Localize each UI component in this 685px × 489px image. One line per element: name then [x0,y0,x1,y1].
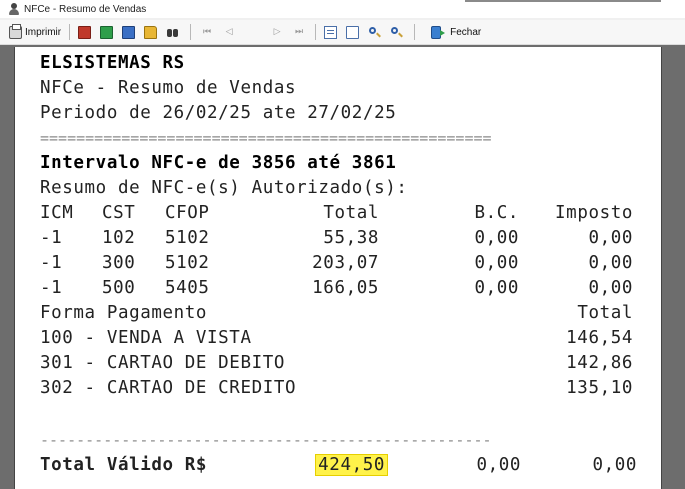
toolbar-separator [190,24,192,40]
report-page: ELSISTEMAS RS NFCe - Resumo de Vendas Pe… [14,47,662,489]
cell-bc: 0,00 [474,278,519,298]
first-page-button[interactable]: ⏮ [196,22,218,42]
print-button[interactable]: Imprimir [6,22,64,42]
cell-imposto: 0,00 [588,253,633,273]
zoom-out-button[interactable] [387,22,409,42]
cell-total: 166,05 [312,278,379,298]
export-pdf-icon [78,25,92,39]
last-page-button[interactable]: ⏭ [288,22,310,42]
toolbar-separator [414,24,416,40]
header-icm: ICM [40,203,74,223]
footer-imposto: 0,00 [592,455,637,475]
nfce-interval: Intervalo NFC-e de 3856 até 3861 [40,153,397,173]
cell-cst: 102 [102,228,136,248]
company-name: ELSISTEMAS RS [40,53,185,73]
authorized-label: Resumo de NFC-e(s) Autorizado(s): [40,178,408,198]
cell-imposto: 0,00 [588,278,633,298]
cell-bc: 0,00 [474,228,519,248]
zoom-out-icon [390,26,403,39]
zoom-in-icon [368,26,381,39]
last-page-icon: ⏭ [295,27,304,37]
payment-label: 302 - CARTAO DE CREDITO [40,378,297,398]
dash-separator-line: ----------------------------------------… [40,431,492,449]
find-button[interactable] [163,22,185,42]
header-cst: CST [102,203,136,223]
page-layout-icon [324,25,338,39]
prev-page-icon: ◁ [225,27,233,37]
footer-label: Total Válido R$ [40,455,208,475]
payment-total: 142,86 [566,353,633,373]
toolbar-separator [69,24,71,40]
printer-icon [9,23,22,39]
footer-total: 424,50 [315,454,388,476]
cell-bc: 0,00 [474,253,519,273]
report-preview-window: NFCe - Resumo de Vendas Imprimir ⏮ ◁ ▷ ⏭… [0,0,685,489]
title-bar-divider [465,0,661,2]
cell-icm: -1 [40,278,63,298]
print-button-label: Imprimir [25,26,62,38]
binoculars-icon [166,26,179,39]
cell-imposto: 0,00 [588,228,633,248]
toolbar: Imprimir ⏮ ◁ ▷ ⏭ Fechar [0,20,685,45]
next-page-button[interactable]: ▷ [266,22,288,42]
separator-line: ========================================… [40,129,492,147]
page-layout-button[interactable] [321,22,343,42]
next-page-icon: ▷ [273,27,281,37]
export-pdf-button[interactable] [75,22,97,42]
title-bar: NFCe - Resumo de Vendas [0,0,685,18]
cell-total: 55,38 [323,228,379,248]
cell-cfop: 5102 [165,253,210,273]
payment-header-total: Total [577,303,633,323]
cell-icm: -1 [40,253,63,273]
cell-icm: -1 [40,228,63,248]
footer-total-highlight: 424,50 [315,454,388,476]
payment-label: 100 - VENDA A VISTA [40,328,252,348]
report-subtitle: NFCe - Resumo de Vendas [40,78,297,98]
header-total: Total [323,203,379,223]
preview-area[interactable]: ELSISTEMAS RS NFCe - Resumo de Vendas Pe… [0,45,685,489]
cell-cst: 500 [102,278,136,298]
payment-header-label: Forma Pagamento [40,303,208,323]
exit-icon [431,25,446,39]
header-bc: B.C. [474,203,519,223]
app-user-icon [8,3,20,15]
cell-cst: 300 [102,253,136,273]
payment-label: 301 - CARTAO DE DEBITO [40,353,285,373]
save-button[interactable] [119,22,141,42]
header-imposto: Imposto [555,203,633,223]
export-excel-icon [100,25,114,39]
report-period: Periodo de 26/02/25 ate 27/02/25 [40,103,397,123]
close-button-label: Fechar [450,26,482,38]
single-page-button[interactable] [343,22,365,42]
zoom-in-button[interactable] [365,22,387,42]
export-excel-button[interactable] [97,22,119,42]
payment-total: 135,10 [566,378,633,398]
footer-bc: 0,00 [476,455,521,475]
toolbar-separator [315,24,317,40]
single-page-icon [346,25,360,39]
header-cfop: CFOP [165,203,210,223]
cell-cfop: 5405 [165,278,210,298]
first-page-icon: ⏮ [203,27,212,37]
cell-cfop: 5102 [165,228,210,248]
cell-total: 203,07 [312,253,379,273]
payment-total: 146,54 [566,328,633,348]
save-icon [122,25,136,39]
close-button[interactable]: Fechar [428,22,484,42]
window-title: NFCe - Resumo de Vendas [24,3,147,15]
folder-open-icon [144,25,158,39]
prev-page-button[interactable]: ◁ [218,22,240,42]
open-button[interactable] [141,22,163,42]
